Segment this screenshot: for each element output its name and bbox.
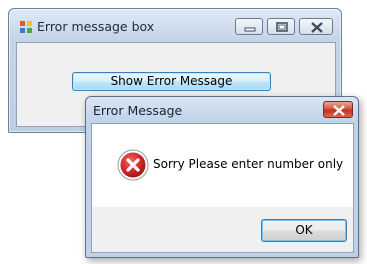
window-title: Error message box xyxy=(37,19,155,34)
ok-button[interactable]: OK xyxy=(261,219,347,242)
maximize-button[interactable] xyxy=(267,18,295,35)
close-icon xyxy=(311,22,323,33)
dialog-client-area: Sorry Please enter number only OK xyxy=(91,123,354,253)
maximize-icon xyxy=(276,22,288,32)
close-button[interactable] xyxy=(299,18,333,35)
dialog-close-button[interactable] xyxy=(323,101,353,118)
error-message-text: Sorry Please enter number only xyxy=(153,157,344,171)
dialog-title: Error Message xyxy=(93,103,183,118)
error-icon xyxy=(117,149,149,181)
minimize-button[interactable] xyxy=(235,18,263,35)
app-icon xyxy=(20,21,32,33)
show-error-message-button[interactable]: Show Error Message xyxy=(72,72,271,91)
error-dialog: Error Message Sorry Please enter number … xyxy=(85,96,359,258)
close-icon xyxy=(333,105,345,116)
minimize-icon xyxy=(244,27,256,32)
message-area: Sorry Please enter number only xyxy=(92,124,353,207)
